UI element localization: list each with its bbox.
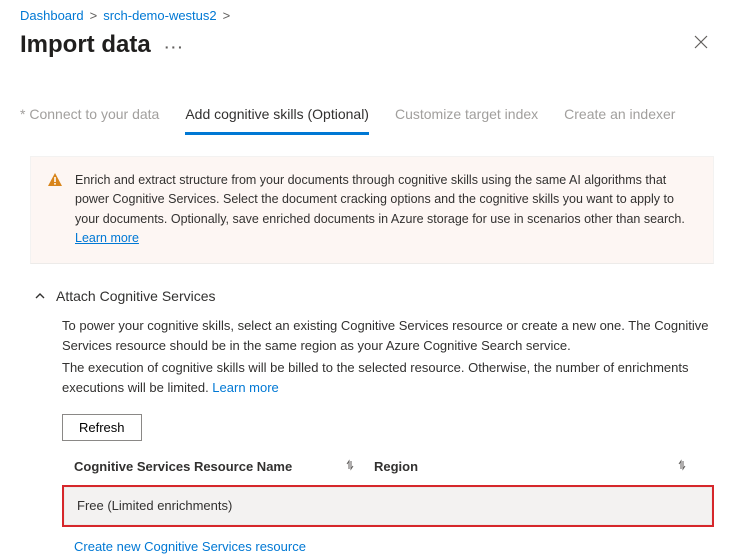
more-icon[interactable]: ··· (165, 39, 185, 55)
breadcrumb-separator: > (223, 8, 231, 23)
refresh-button[interactable]: Refresh (62, 414, 142, 441)
sort-icon[interactable] (344, 457, 356, 477)
section-attach-cognitive[interactable]: Attach Cognitive Services (34, 288, 714, 304)
section-learn-more-link[interactable]: Learn more (212, 380, 278, 395)
close-icon (694, 35, 708, 49)
section-title: Attach Cognitive Services (56, 288, 216, 304)
resource-table-header: Cognitive Services Resource Name Region (62, 451, 714, 483)
column-resource-name: Cognitive Services Resource Name (74, 457, 292, 477)
table-row[interactable]: Free (Limited enrichments) (64, 487, 712, 525)
highlighted-selection: Free (Limited enrichments) (62, 485, 714, 527)
breadcrumb-service[interactable]: srch-demo-westus2 (103, 8, 216, 23)
warning-icon (47, 172, 63, 249)
breadcrumb: Dashboard > srch-demo-westus2 > (0, 0, 734, 27)
close-button[interactable] (688, 29, 714, 60)
breadcrumb-dashboard[interactable]: Dashboard (20, 8, 84, 23)
page-title: Import data (20, 31, 151, 59)
info-text: Enrich and extract structure from your d… (75, 173, 685, 226)
tab-connect-data[interactable]: Connect to your data (20, 106, 159, 135)
section-description-1: To power your cognitive skills, select a… (62, 316, 714, 356)
resource-name-cell: Free (Limited enrichments) (77, 498, 232, 513)
tab-target-index[interactable]: Customize target index (395, 106, 538, 135)
tab-cognitive-skills[interactable]: Add cognitive skills (Optional) (185, 106, 369, 135)
column-region: Region (374, 457, 418, 477)
tab-create-indexer[interactable]: Create an indexer (564, 106, 675, 135)
sort-icon[interactable] (676, 457, 688, 477)
section-description-2: The execution of cognitive skills will b… (62, 360, 688, 395)
create-resource-link[interactable]: Create new Cognitive Services resource (62, 537, 306, 557)
info-banner: Enrich and extract structure from your d… (30, 156, 714, 264)
wizard-tabs: Connect to your data Add cognitive skill… (0, 78, 734, 136)
breadcrumb-separator: > (90, 8, 98, 23)
info-learn-more-link[interactable]: Learn more (75, 231, 139, 245)
chevron-up-icon (34, 290, 46, 302)
